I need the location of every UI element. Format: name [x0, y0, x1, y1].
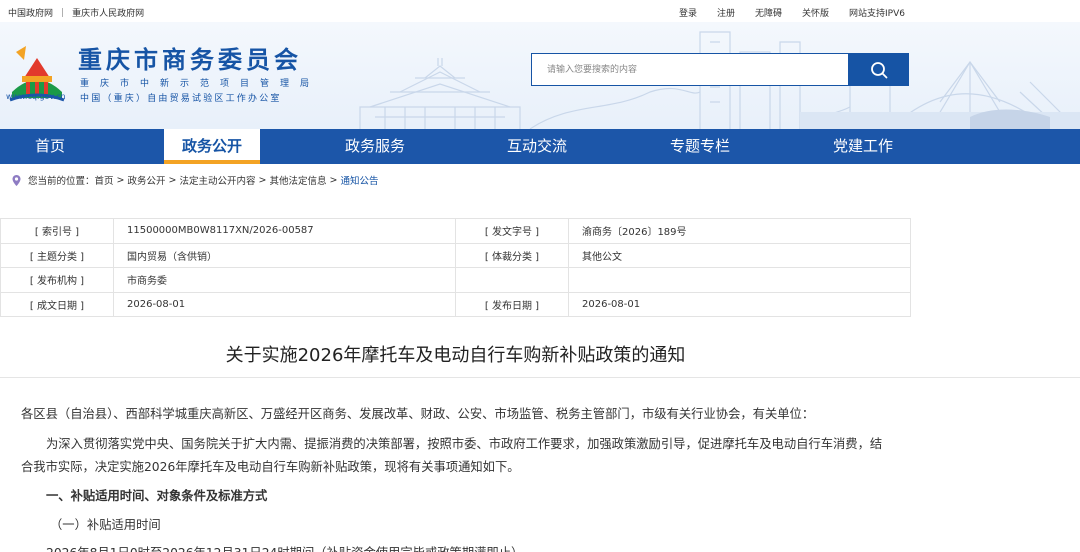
nav-interaction[interactable]: 互动交流	[487, 129, 587, 164]
index-no-value: 11500000MB0W8117XN/2026-00587	[113, 218, 456, 244]
breadcrumb-home[interactable]: 首页	[95, 173, 114, 187]
breadcrumb-separator: >	[329, 174, 338, 186]
breadcrumb-separator: >	[168, 174, 177, 186]
meta-row: [ 发布机构 ] 市商务委	[0, 267, 911, 293]
nav-government-affairs[interactable]: 政务公开	[164, 129, 260, 164]
search-icon	[870, 61, 887, 78]
nav-home[interactable]: 首页	[0, 129, 100, 164]
issuer-label: [ 发布机构 ]	[0, 267, 114, 293]
document-meta-table: [ 索引号 ] 11500000MB0W8117XN/2026-00587 [ …	[0, 218, 911, 317]
subsection-heading-1: （一）补贴适用时间	[50, 518, 161, 532]
site-subtitle-1: 重庆市中新示范项目管理局	[80, 79, 321, 89]
breadcrumb-separator: >	[258, 174, 267, 186]
location-pin-icon	[12, 174, 21, 186]
site-url: www.cq.gov.cn	[6, 92, 66, 101]
accessibility-link[interactable]: 无障碍	[755, 6, 782, 19]
search-box	[531, 53, 849, 86]
index-no-label: [ 索引号 ]	[0, 218, 114, 244]
genre-value: 其他公文	[568, 242, 911, 268]
empty-label-cell	[455, 267, 569, 293]
breadcrumb-government-affairs[interactable]: 政务公开	[128, 173, 166, 187]
article-salutation: 各区县（自治县）、西部科学城重庆高新区、万盛经开区商务、发展改革、财政、公安、市…	[21, 407, 815, 421]
nav-services[interactable]: 政务服务	[325, 129, 425, 164]
site-subtitle-2: 中国（重庆）自由贸易试验区工作办公室	[80, 94, 282, 104]
nav-special-topics[interactable]: 专题专栏	[650, 129, 750, 164]
divider: |	[61, 7, 65, 18]
published-date-value: 2026-08-01	[568, 291, 911, 317]
created-date-value: 2026-08-01	[113, 291, 456, 317]
breadcrumb-separator: >	[116, 174, 125, 186]
section-heading-1: 一、补贴适用时间、对象条件及标准方式	[46, 489, 268, 503]
breadcrumb-current[interactable]: 通知公告	[340, 173, 378, 187]
breadcrumb-prefix: 您当前的位置：	[28, 176, 95, 187]
article-title: 关于实施2026年摩托车及电动自行车购新补贴政策的通知	[225, 345, 686, 366]
top-bar-left: 中国政府网 | 重庆市人民政府网	[8, 6, 144, 20]
issuer-value: 市商务委	[113, 267, 456, 293]
login-link[interactable]: 登录	[679, 6, 697, 19]
article-paragraph-1-line-2: 合我市实际，决定实施2026年摩托车及电动自行车购新补贴政策，现将有关事项通知如…	[21, 460, 520, 474]
genre-label: [ 体裁分类 ]	[455, 242, 569, 268]
article-paragraph-1-line-1: 为深入贯彻落实党中央、国务院关于扩大内需、提振消费的决策部署，按照市委、市政府工…	[46, 437, 883, 451]
article-paragraph-2: 2026年8月1日0时至2026年12月31日24时期间（补贴资金使用完毕或政策…	[46, 543, 523, 552]
breadcrumb-other-info[interactable]: 其他法定信息	[269, 173, 326, 187]
doc-no-label: [ 发文字号 ]	[455, 218, 569, 244]
register-link[interactable]: 注册	[717, 6, 735, 19]
topic-value: 国内贸易（含供销）	[113, 242, 456, 268]
meta-row: [ 成文日期 ] 2026-08-01 [ 发布日期 ] 2026-08-01	[0, 291, 911, 317]
link-china-gov[interactable]: 中国政府网	[8, 6, 53, 19]
empty-value-cell	[568, 267, 911, 293]
care-mode-link[interactable]: 关怀版	[802, 6, 829, 19]
meta-row: [ 主题分类 ] 国内贸易（含供销） [ 体裁分类 ] 其他公文	[0, 242, 911, 268]
doc-no-value: 渝商务〔2026〕189号	[568, 218, 911, 244]
search-button[interactable]	[848, 53, 909, 86]
breadcrumb-statutory-content[interactable]: 法定主动公开内容	[179, 173, 255, 187]
search-input[interactable]	[532, 54, 849, 85]
top-bar: 中国政府网 | 重庆市人民政府网 登录 注册 无障碍 关怀版 网站支持IPV6	[0, 0, 1080, 22]
site-title: 重庆市商务委员会	[78, 46, 302, 74]
breadcrumb: 您当前的位置： 首页 > 政务公开 > 法定主动公开内容 > 其他法定信息 > …	[10, 171, 378, 189]
site-header: www.cq.gov.cn 重庆市商务委员会 重庆市中新示范项目管理局 中国（重…	[0, 22, 1080, 129]
top-bar-right: 登录 注册 无障碍 关怀版 网站支持IPV6	[679, 6, 905, 19]
published-date-label: [ 发布日期 ]	[455, 291, 569, 317]
title-divider	[0, 377, 1080, 378]
ipv6-link[interactable]: 网站支持IPV6	[849, 6, 905, 19]
meta-row: [ 索引号 ] 11500000MB0W8117XN/2026-00587 [ …	[0, 218, 911, 244]
topic-label: [ 主题分类 ]	[0, 242, 114, 268]
nav-party-building[interactable]: 党建工作	[813, 129, 913, 164]
link-chongqing-gov[interactable]: 重庆市人民政府网	[72, 6, 144, 19]
created-date-label: [ 成文日期 ]	[0, 291, 114, 317]
main-nav: 首页 政务公开 政务服务 互动交流 专题专栏 党建工作	[0, 129, 1080, 164]
